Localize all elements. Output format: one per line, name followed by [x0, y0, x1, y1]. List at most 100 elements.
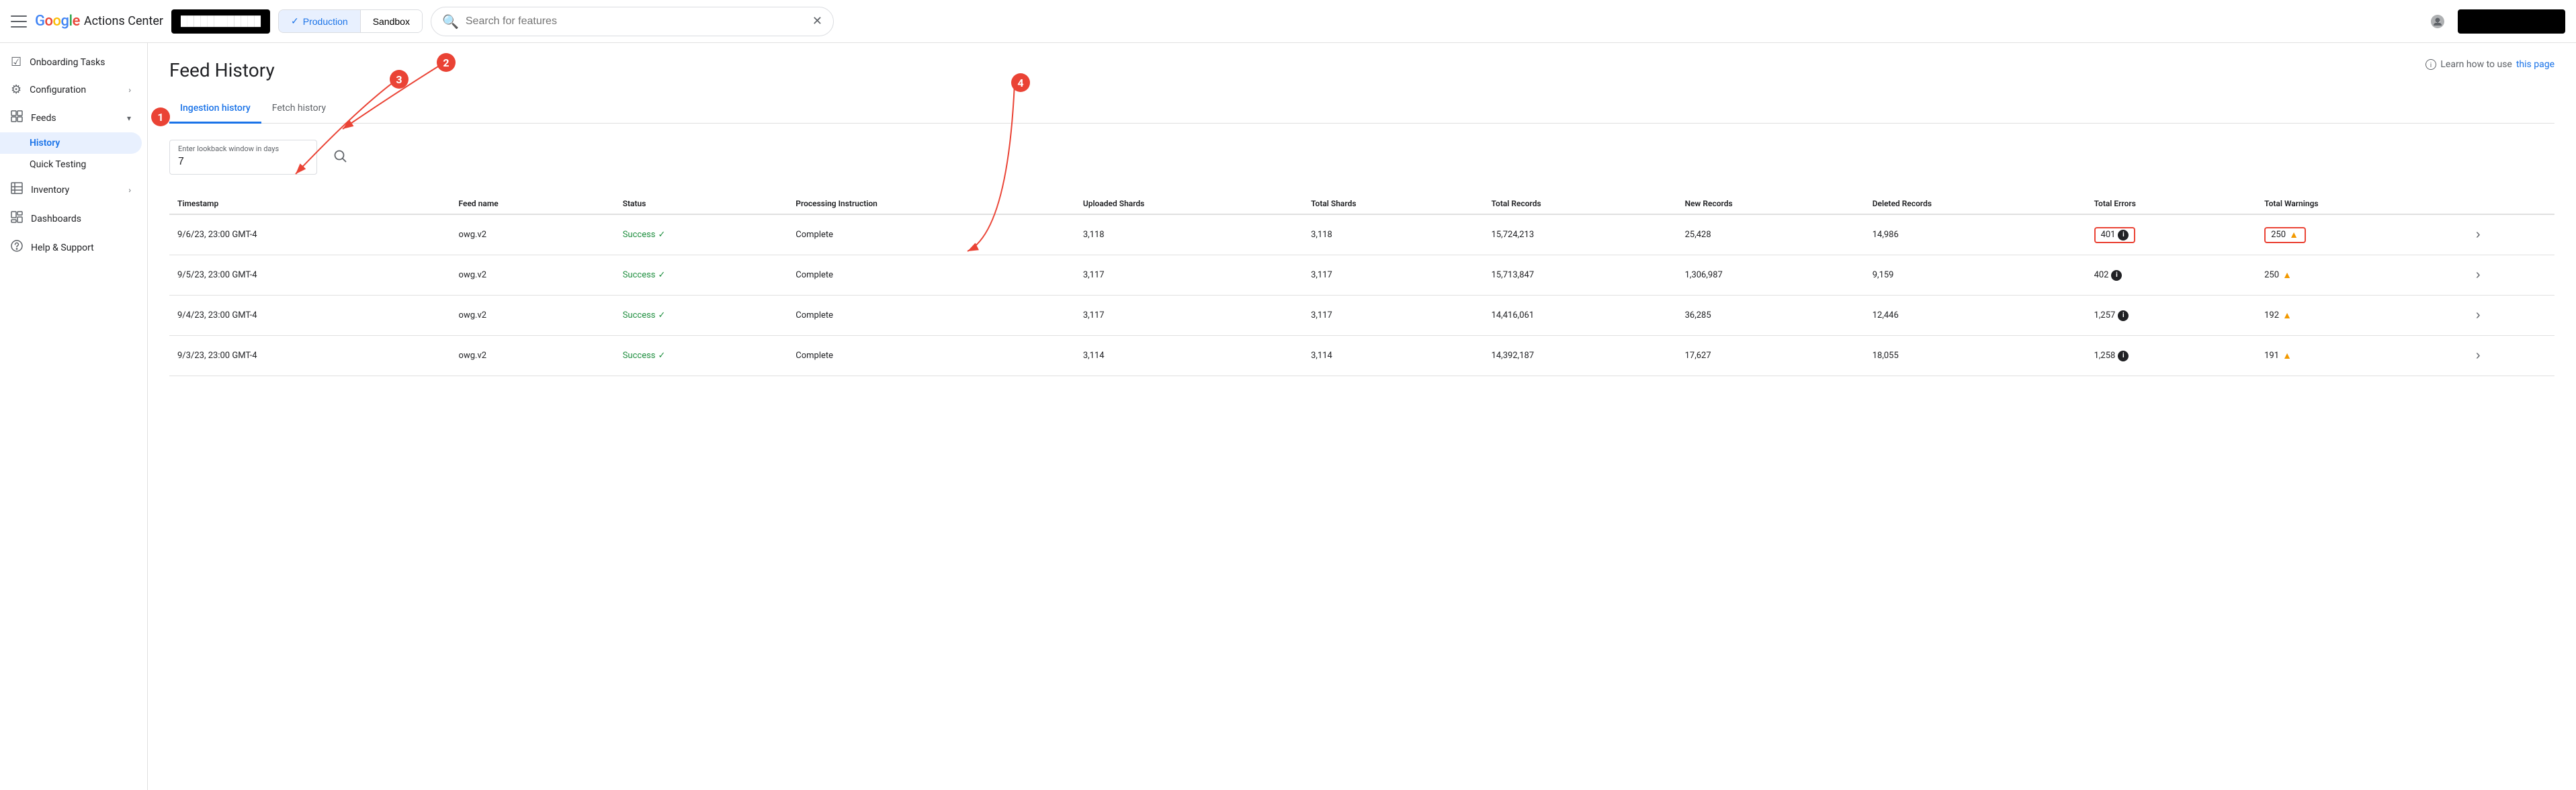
- sidebar-item-help[interactable]: Help & Support: [0, 233, 142, 262]
- dashboards-icon: [11, 211, 23, 226]
- cell-timestamp: 9/3/23, 23:00 GMT-4: [169, 336, 451, 376]
- error-value: 1,258 i: [2094, 351, 2249, 361]
- error-value: 401 i: [2094, 227, 2136, 243]
- col-uploaded-shards: Uploaded Shards: [1075, 193, 1303, 214]
- clear-search-button[interactable]: ✕: [812, 14, 822, 28]
- tab-ingestion-history[interactable]: Ingestion history: [169, 95, 261, 124]
- cell-total-records: 15,713,847: [1484, 255, 1677, 296]
- col-feed-name: Feed name: [451, 193, 615, 214]
- search-bar: 🔍 ✕: [431, 7, 834, 36]
- table-body: 9/6/23, 23:00 GMT-4owg.v2Success ✓Comple…: [169, 214, 2554, 376]
- account-switcher[interactable]: ████████████: [171, 9, 270, 34]
- cell-feed-name: owg.v2: [451, 296, 615, 336]
- sidebar-item-history[interactable]: History: [0, 132, 142, 154]
- sidebar-item-onboarding[interactable]: ☑ Onboarding Tasks: [0, 48, 142, 76]
- error-value: 402 i: [2094, 270, 2249, 281]
- lookback-field: Enter lookback window in days: [169, 140, 317, 175]
- onboarding-icon: ☑: [11, 55, 22, 69]
- info-icon: i: [2118, 351, 2129, 361]
- cell-total-records: 15,724,213: [1484, 214, 1677, 255]
- inventory-icon: [11, 182, 23, 198]
- tab-production[interactable]: ✓ Production: [279, 10, 361, 32]
- status-success: Success ✓: [623, 310, 780, 320]
- table-row: 9/5/23, 23:00 GMT-4owg.v2Success ✓Comple…: [169, 255, 2554, 296]
- info-icon: i: [2111, 270, 2122, 281]
- sidebar-item-dashboards[interactable]: Dashboards: [0, 204, 142, 233]
- col-new-records: New Records: [1677, 193, 1864, 214]
- lookback-search-button[interactable]: [325, 149, 355, 166]
- cell-processing: Complete: [787, 255, 1075, 296]
- check-icon: ✓: [658, 351, 666, 361]
- page-title: Feed History: [169, 59, 275, 81]
- cell-action[interactable]: ›: [2462, 336, 2554, 376]
- cell-timestamp: 9/6/23, 23:00 GMT-4: [169, 214, 451, 255]
- check-icon: ✓: [658, 230, 666, 240]
- main-content: 2 3 4 Feed History i Learn how to use th…: [148, 43, 2576, 790]
- row-detail-button[interactable]: ›: [2471, 265, 2486, 286]
- sidebar-item-configuration[interactable]: ⚙ Configuration ›: [0, 76, 142, 103]
- cell-deleted-records: 18,055: [1864, 336, 2086, 376]
- table-row: 9/3/23, 23:00 GMT-4owg.v2Success ✓Comple…: [169, 336, 2554, 376]
- top-nav: Google Actions Center ████████████ ✓ Pro…: [0, 0, 2576, 43]
- sidebar-item-inventory[interactable]: Inventory ›: [0, 175, 142, 204]
- cell-total-warnings: 192 ▲: [2256, 296, 2462, 336]
- body-layout: ☑ Onboarding Tasks ⚙ Configuration › Fee…: [0, 43, 2576, 790]
- feeds-expand-icon: ▾: [127, 114, 131, 123]
- row-detail-button[interactable]: ›: [2471, 224, 2486, 245]
- hamburger-button[interactable]: [11, 13, 27, 30]
- tab-fetch-history[interactable]: Fetch history: [261, 95, 337, 124]
- row-detail-button[interactable]: ›: [2471, 345, 2486, 366]
- learn-link-area: i Learn how to use this page: [2425, 59, 2554, 70]
- user-avatar-icon[interactable]: [2425, 9, 2450, 34]
- cell-action[interactable]: ›: [2462, 296, 2554, 336]
- cell-processing: Complete: [787, 296, 1075, 336]
- col-timestamp: Timestamp: [169, 193, 451, 214]
- warn-icon: ▲: [2282, 270, 2292, 281]
- cell-total-warnings: 250 ▲: [2256, 214, 2462, 255]
- status-success: Success ✓: [623, 270, 780, 280]
- page-header: Feed History i Learn how to use this pag…: [169, 59, 2554, 81]
- lookback-container: Enter lookback window in days: [169, 140, 2554, 175]
- cell-total-warnings: 191 ▲: [2256, 336, 2462, 376]
- warn-icon: ▲: [2282, 310, 2292, 321]
- cell-new-records: 1,306,987: [1677, 255, 1864, 296]
- cell-new-records: 17,627: [1677, 336, 1864, 376]
- cell-total-shards: 3,118: [1303, 214, 1483, 255]
- col-total-warnings: Total Warnings: [2256, 193, 2462, 214]
- row-detail-button[interactable]: ›: [2471, 305, 2486, 326]
- cell-action[interactable]: ›: [2462, 214, 2554, 255]
- cell-total-records: 14,416,061: [1484, 296, 1677, 336]
- warn-icon: ▲: [2288, 230, 2299, 240]
- tab-sandbox[interactable]: Sandbox: [361, 11, 422, 32]
- sidebar-item-quick-testing[interactable]: Quick Testing: [0, 154, 142, 175]
- cell-status: Success ✓: [615, 336, 788, 376]
- svg-text:i: i: [2430, 62, 2432, 69]
- check-icon: ✓: [658, 270, 666, 280]
- cell-timestamp: 9/4/23, 23:00 GMT-4: [169, 296, 451, 336]
- cell-status: Success ✓: [615, 296, 788, 336]
- cell-total-shards: 3,117: [1303, 296, 1483, 336]
- app-name: Actions Center: [84, 14, 163, 28]
- cell-total-errors: 402 i: [2086, 255, 2257, 296]
- help-icon: [11, 240, 23, 255]
- table-row: 9/4/23, 23:00 GMT-4owg.v2 Success ✓ Comple…: [169, 296, 2554, 336]
- cell-uploaded-shards: 3,117: [1075, 255, 1303, 296]
- status-success: Success ✓: [623, 230, 780, 240]
- info-circle-icon: i: [2425, 59, 2436, 70]
- sidebar-item-feeds[interactable]: Feeds ▾: [0, 103, 142, 132]
- cell-action[interactable]: ›: [2462, 255, 2554, 296]
- cell-uploaded-shards: 3,118: [1075, 214, 1303, 255]
- check-icon: ✓: [291, 15, 299, 27]
- search-input[interactable]: [466, 15, 806, 28]
- logo-area: Google Actions Center: [35, 13, 163, 30]
- col-deleted-records: Deleted Records: [1864, 193, 2086, 214]
- learn-this-page-link[interactable]: this page: [2516, 59, 2554, 70]
- col-total-errors: Total Errors: [2086, 193, 2257, 214]
- cell-timestamp: 9/5/23, 23:00 GMT-4: [169, 255, 451, 296]
- environment-tabs: ✓ Production Sandbox: [278, 9, 423, 33]
- table-row: 9/6/23, 23:00 GMT-4owg.v2Success ✓Comple…: [169, 214, 2554, 255]
- search-icon: [333, 149, 347, 163]
- cell-uploaded-shards: 3,114: [1075, 336, 1303, 376]
- cell-total-warnings: 250 ▲: [2256, 255, 2462, 296]
- feed-history-table: Timestamp Feed name Status Processing In…: [169, 193, 2554, 376]
